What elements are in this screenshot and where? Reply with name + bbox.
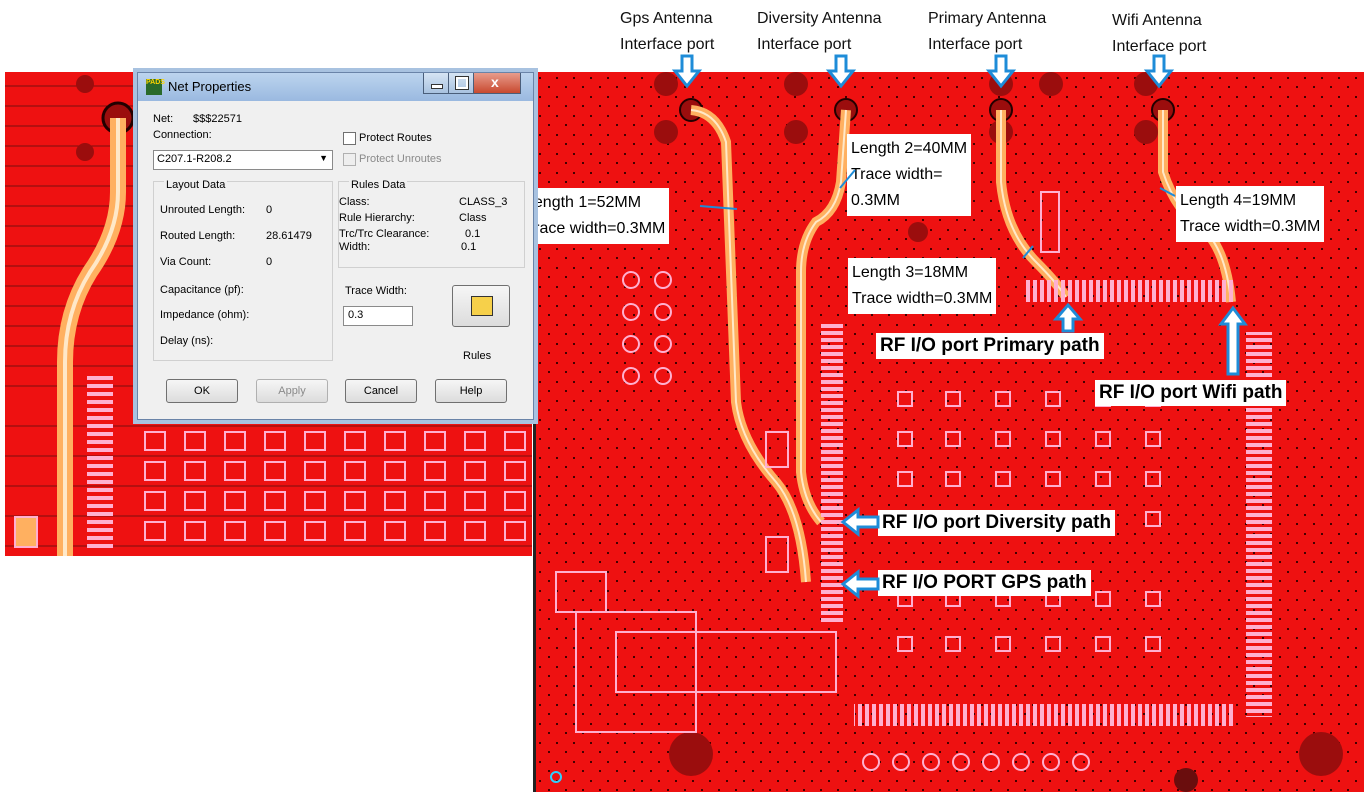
net-properties-dialog: PADS Net Properties x Net: $$$22571 Conn… [137, 72, 534, 420]
clearance-value: 0.1 [465, 228, 481, 240]
rules-data-title: Rules Data [349, 179, 408, 191]
diversity-path-arrow-icon [840, 506, 880, 538]
wifi-port-arrow-icon [1143, 54, 1175, 89]
impedance-label: Impedance (ohm): [160, 309, 250, 321]
clearance-label: Trc/Trc Clearance: [339, 228, 430, 240]
net-label: Net: [153, 113, 174, 125]
help-button[interactable]: Help [435, 379, 507, 403]
rules-data-group: Rules Data Class: CLASS_3 Rule Hierarchy… [338, 179, 525, 268]
protect-routes-label: Protect Routes [359, 132, 432, 144]
protect-unroutes-checkbox [343, 153, 356, 166]
trace-width-input-value: 0.3 [348, 309, 364, 321]
apply-button: Apply [256, 379, 328, 403]
minimize-icon [431, 84, 443, 89]
connection-label: Connection: [153, 129, 212, 141]
rules-button[interactable] [452, 285, 510, 327]
trace-width-label: Trace Width: [345, 285, 407, 297]
gps-path-arrow-icon [840, 568, 880, 600]
protect-routes-checkbox[interactable] [343, 132, 356, 145]
cancel-button[interactable]: Cancel [345, 379, 417, 403]
capacitance-label: Capacitance (pf): [160, 284, 244, 296]
dialog-titlebar[interactable]: PADS Net Properties x [138, 73, 533, 101]
wifi-path-arrow-icon [1218, 305, 1248, 376]
via-count-value: 0 [266, 256, 273, 268]
connection-select[interactable]: C207.1-R208.2 ▼ [153, 150, 333, 170]
gps-port-arrow-icon [671, 54, 703, 89]
routed-length-label: Routed Length: [160, 230, 236, 242]
rules-icon [471, 296, 493, 316]
routed-length-value: 28.61479 [266, 230, 312, 242]
rule-hierarchy-label: Rule Hierarchy: [339, 212, 415, 224]
protect-unroutes-label: Protect Unroutes [359, 153, 442, 165]
primary-port-arrow-icon [985, 54, 1017, 89]
net-value: $$$22571 [193, 113, 242, 125]
unrouted-length-label: Unrouted Length: [160, 204, 246, 216]
primary-path-arrow-icon [1052, 302, 1084, 333]
width-label: Width: [339, 241, 371, 253]
rules-button-label: Rules [463, 350, 492, 362]
delay-label: Delay (ns): [160, 335, 214, 347]
class-value: CLASS_3 [459, 196, 508, 208]
pads-app-icon: PADS [146, 79, 165, 95]
maximize-button[interactable] [448, 73, 474, 94]
layout-data-group: Layout Data Unrouted Length: 0 Routed Le… [153, 179, 333, 361]
layout-data-title: Layout Data [164, 179, 228, 191]
connection-select-value: C207.1-R208.2 [157, 153, 232, 165]
trace-width-input[interactable]: 0.3 [343, 306, 413, 326]
width-value: 0.1 [461, 241, 477, 253]
minimize-button[interactable] [423, 73, 449, 94]
maximize-icon [455, 76, 469, 90]
ok-button[interactable]: OK [166, 379, 238, 403]
unrouted-length-value: 0 [266, 204, 273, 216]
close-button[interactable]: x [473, 73, 521, 94]
close-icon: x [491, 74, 499, 90]
diversity-port-arrow-icon [825, 54, 857, 89]
chevron-down-icon: ▼ [319, 153, 328, 163]
class-label: Class: [339, 196, 370, 208]
rule-hierarchy-value: Class [459, 212, 487, 224]
dialog-title: Net Properties [168, 79, 252, 94]
via-count-label: Via Count: [160, 256, 212, 268]
